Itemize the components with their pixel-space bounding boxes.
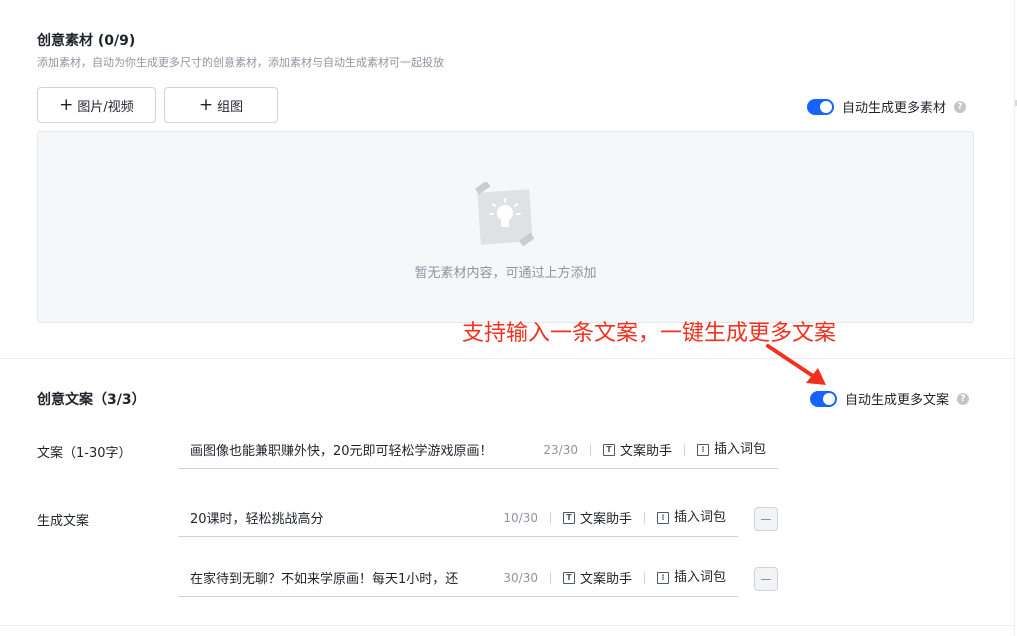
insert-word-pack-label: 插入词包 bbox=[673, 509, 726, 525]
material-section-subtitle: 添加素材，自动为你生成更多尺寸的创意素材，添加素材与自动生成素材可一起投放 bbox=[37, 56, 444, 69]
text-icon: T bbox=[602, 443, 615, 456]
copy-assistant-label: 文案助手 bbox=[579, 572, 632, 587]
generated-copy-value-2: 在家待到无聊？不如来学原画！每天1小时，还 bbox=[190, 572, 459, 587]
copy-assistant-label: 文案助手 bbox=[619, 444, 672, 459]
section-divider bbox=[0, 625, 1015, 626]
section-divider bbox=[0, 358, 1015, 359]
remove-copy-button[interactable] bbox=[754, 507, 778, 531]
remove-copy-button[interactable] bbox=[754, 567, 778, 591]
insert-word-pack-label: 插入词包 bbox=[713, 441, 766, 457]
copy-text-value: 画图像也能兼职赚外快，20元即可轻松学游戏原画！ bbox=[190, 444, 493, 459]
material-empty-text: 暂无素材内容，可通过上方添加 bbox=[414, 266, 597, 281]
ad-creative-panel: 创意素材 (0/9) 添加素材，自动为你生成更多尺寸的创意素材，添加素材与自动生… bbox=[0, 0, 1015, 636]
copy-assistant-label: 文案助手 bbox=[579, 512, 632, 527]
generated-copy-value-1: 20课时，轻松挑战高分 bbox=[190, 512, 324, 527]
char-count: 23/30 bbox=[535, 443, 591, 456]
insert-word-pack-button[interactable]: ⁝ 插入词包 bbox=[683, 441, 778, 457]
empty-lightbulb-icon bbox=[475, 182, 535, 247]
text-icon: T bbox=[562, 571, 575, 584]
add-image-group-label: 组图 bbox=[217, 99, 244, 115]
add-image-video-button[interactable]: + 图片/视频 bbox=[37, 87, 156, 123]
word-pack-icon: ⁝ bbox=[656, 571, 669, 584]
add-image-group-button[interactable]: + 组图 bbox=[164, 87, 278, 123]
add-image-video-label: 图片/视频 bbox=[77, 99, 134, 115]
help-icon[interactable]: ? bbox=[957, 392, 970, 405]
generated-copy-label: 生成文案 bbox=[37, 514, 90, 529]
minus-icon bbox=[761, 578, 771, 580]
copy-text-input[interactable]: 画图像也能兼职赚外快，20元即可轻松学游戏原画！ 23/30 T 文案助手 ⁝ … bbox=[178, 431, 778, 469]
plus-icon: + bbox=[59, 94, 74, 115]
auto-generate-copy-toggle[interactable] bbox=[810, 390, 837, 407]
insert-word-pack-button[interactable]: ⁝ 插入词包 bbox=[643, 509, 738, 525]
word-pack-icon: ⁝ bbox=[696, 443, 709, 456]
material-section-title: 创意素材 (0/9) bbox=[37, 33, 136, 49]
copy-assistant-button[interactable]: T 文案助手 bbox=[551, 508, 644, 527]
word-pack-icon: ⁝ bbox=[656, 511, 669, 524]
auto-generate-material-label: 自动生成更多素材 bbox=[842, 101, 947, 116]
insert-word-pack-button[interactable]: ⁝ 插入词包 bbox=[643, 569, 738, 585]
copy-assistant-button[interactable]: T 文案助手 bbox=[591, 440, 684, 459]
auto-generate-material-toggle[interactable] bbox=[807, 98, 834, 115]
copy-text-label: 文案（1-30字） bbox=[37, 446, 132, 461]
plus-icon: + bbox=[198, 94, 214, 115]
copy-section-title: 创意文案（3/3） bbox=[37, 392, 146, 408]
copy-assistant-button[interactable]: T 文案助手 bbox=[551, 568, 644, 587]
auto-generate-material-setting: 自动生成更多素材 ? bbox=[807, 97, 967, 116]
auto-generate-copy-setting: 自动生成更多文案 ? bbox=[810, 389, 970, 408]
material-empty-area: 暂无素材内容，可通过上方添加 bbox=[37, 131, 974, 323]
text-icon: T bbox=[562, 511, 575, 524]
char-count: 30/30 bbox=[495, 571, 551, 584]
help-icon[interactable]: ? bbox=[954, 100, 967, 113]
auto-generate-copy-label: 自动生成更多文案 bbox=[845, 393, 950, 408]
generated-copy-input-2[interactable]: 在家待到无聊？不如来学原画！每天1小时，还 30/30 T 文案助手 ⁝ 插入词… bbox=[178, 559, 738, 597]
insert-word-pack-label: 插入词包 bbox=[673, 569, 726, 585]
annotation-arrow-icon bbox=[766, 344, 826, 385]
char-count: 10/30 bbox=[495, 511, 551, 524]
minus-icon bbox=[761, 518, 771, 520]
generated-copy-input-1[interactable]: 20课时，轻松挑战高分 10/30 T 文案助手 ⁝ 插入词包 bbox=[178, 499, 738, 537]
